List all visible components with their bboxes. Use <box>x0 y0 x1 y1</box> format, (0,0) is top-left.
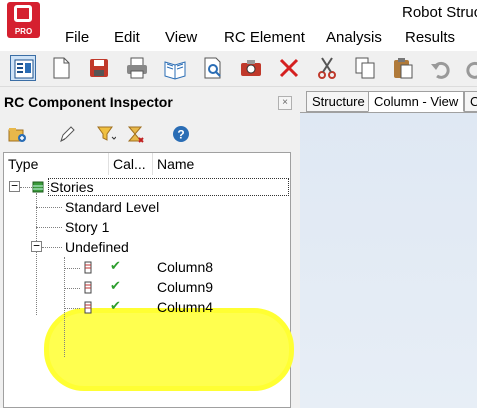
menu-analysis[interactable]: Analysis <box>326 29 382 46</box>
tree-node-standard-level[interactable]: Standard Level <box>65 199 159 215</box>
inspector-icon[interactable] <box>10 55 36 81</box>
menu-view[interactable]: View <box>165 29 197 46</box>
robot-app-logo[interactable]: PRO <box>7 2 40 38</box>
checkmark-icon: ✔ <box>110 299 121 314</box>
tab-c[interactable]: C <box>464 91 477 112</box>
print-icon[interactable] <box>124 55 150 81</box>
tree-connector <box>36 207 62 208</box>
new-icon[interactable] <box>48 55 74 81</box>
stories-expander[interactable]: − <box>9 180 20 192</box>
camera-icon[interactable] <box>238 55 264 81</box>
column-header-name[interactable]: Name <box>153 153 290 175</box>
structure-view-canvas[interactable] <box>300 112 477 408</box>
tree-connector <box>64 268 80 269</box>
tree-connector <box>36 193 37 315</box>
filter-icon[interactable] <box>96 124 117 144</box>
menu-bar: File Edit View RC Element Analysis Resul… <box>0 25 477 51</box>
close-icon[interactable]: × <box>278 96 292 110</box>
tree-connector <box>64 288 80 289</box>
yellow-highlight-annotation <box>44 308 294 391</box>
title-bar: PRO Robot Struc <box>0 0 477 38</box>
edit-icon[interactable] <box>57 124 77 144</box>
column-header-type[interactable]: Type <box>4 153 109 175</box>
component-tree[interactable]: Type Cal... Name − Stories Standard Leve… <box>3 152 294 408</box>
tree-node-column9[interactable]: Column9 <box>157 279 213 295</box>
main-toolbar <box>0 51 477 87</box>
logo-pro-label: PRO <box>14 27 33 36</box>
tab-structure[interactable]: Structure <box>306 91 371 112</box>
calculate-icon[interactable] <box>125 124 145 144</box>
tree-node-stories[interactable]: Stories <box>48 178 289 196</box>
redo-icon[interactable] <box>462 55 477 81</box>
save-icon[interactable] <box>86 55 112 81</box>
stories-icon <box>32 180 44 193</box>
tree-connector <box>20 187 32 188</box>
tab-column-view[interactable]: Column - View <box>368 91 465 112</box>
window-title: Robot Struc <box>402 4 477 21</box>
tree-connector <box>36 227 62 228</box>
cut-icon[interactable] <box>314 55 340 81</box>
tree-node-undefined[interactable]: Undefined <box>65 239 129 255</box>
robot-logo-icon <box>14 5 32 22</box>
checkmark-icon: ✔ <box>110 259 121 274</box>
tree-connector <box>42 247 62 248</box>
column-header-calculated[interactable]: Cal... <box>109 153 153 175</box>
tree-connector <box>64 257 65 357</box>
rc-component-inspector-panel: RC Component Inspector × ? Type Cal... N… <box>0 88 295 408</box>
add-group-icon[interactable] <box>7 124 27 144</box>
delete-icon[interactable] <box>276 55 302 81</box>
help-icon[interactable]: ? <box>171 124 191 144</box>
tree-node-column8[interactable]: Column8 <box>157 259 213 275</box>
panel-title: RC Component Inspector <box>4 94 173 110</box>
menu-results[interactable]: Results <box>405 29 455 46</box>
column-element-icon <box>82 301 94 314</box>
checkmark-icon: ✔ <box>110 279 121 294</box>
svg-text:?: ? <box>177 128 184 142</box>
undefined-expander[interactable]: − <box>31 240 42 252</box>
menu-file[interactable]: File <box>65 29 89 46</box>
column-element-icon <box>82 261 94 274</box>
undo-icon[interactable] <box>428 55 454 81</box>
copy-icon[interactable] <box>352 55 378 81</box>
tree-node-story-1[interactable]: Story 1 <box>65 219 109 235</box>
open-book-icon[interactable] <box>162 55 188 81</box>
tree-connector <box>64 308 80 309</box>
column-element-icon <box>82 281 94 294</box>
tree-node-column4[interactable]: Column4 <box>157 299 213 315</box>
paste-icon[interactable] <box>390 55 416 81</box>
menu-edit[interactable]: Edit <box>114 29 140 46</box>
view-pane: Structure Column - View C <box>300 88 477 408</box>
print-preview-icon[interactable] <box>200 55 226 81</box>
view-tabs: Structure Column - View C <box>300 88 477 112</box>
menu-rc-element[interactable]: RC Element <box>224 29 305 46</box>
